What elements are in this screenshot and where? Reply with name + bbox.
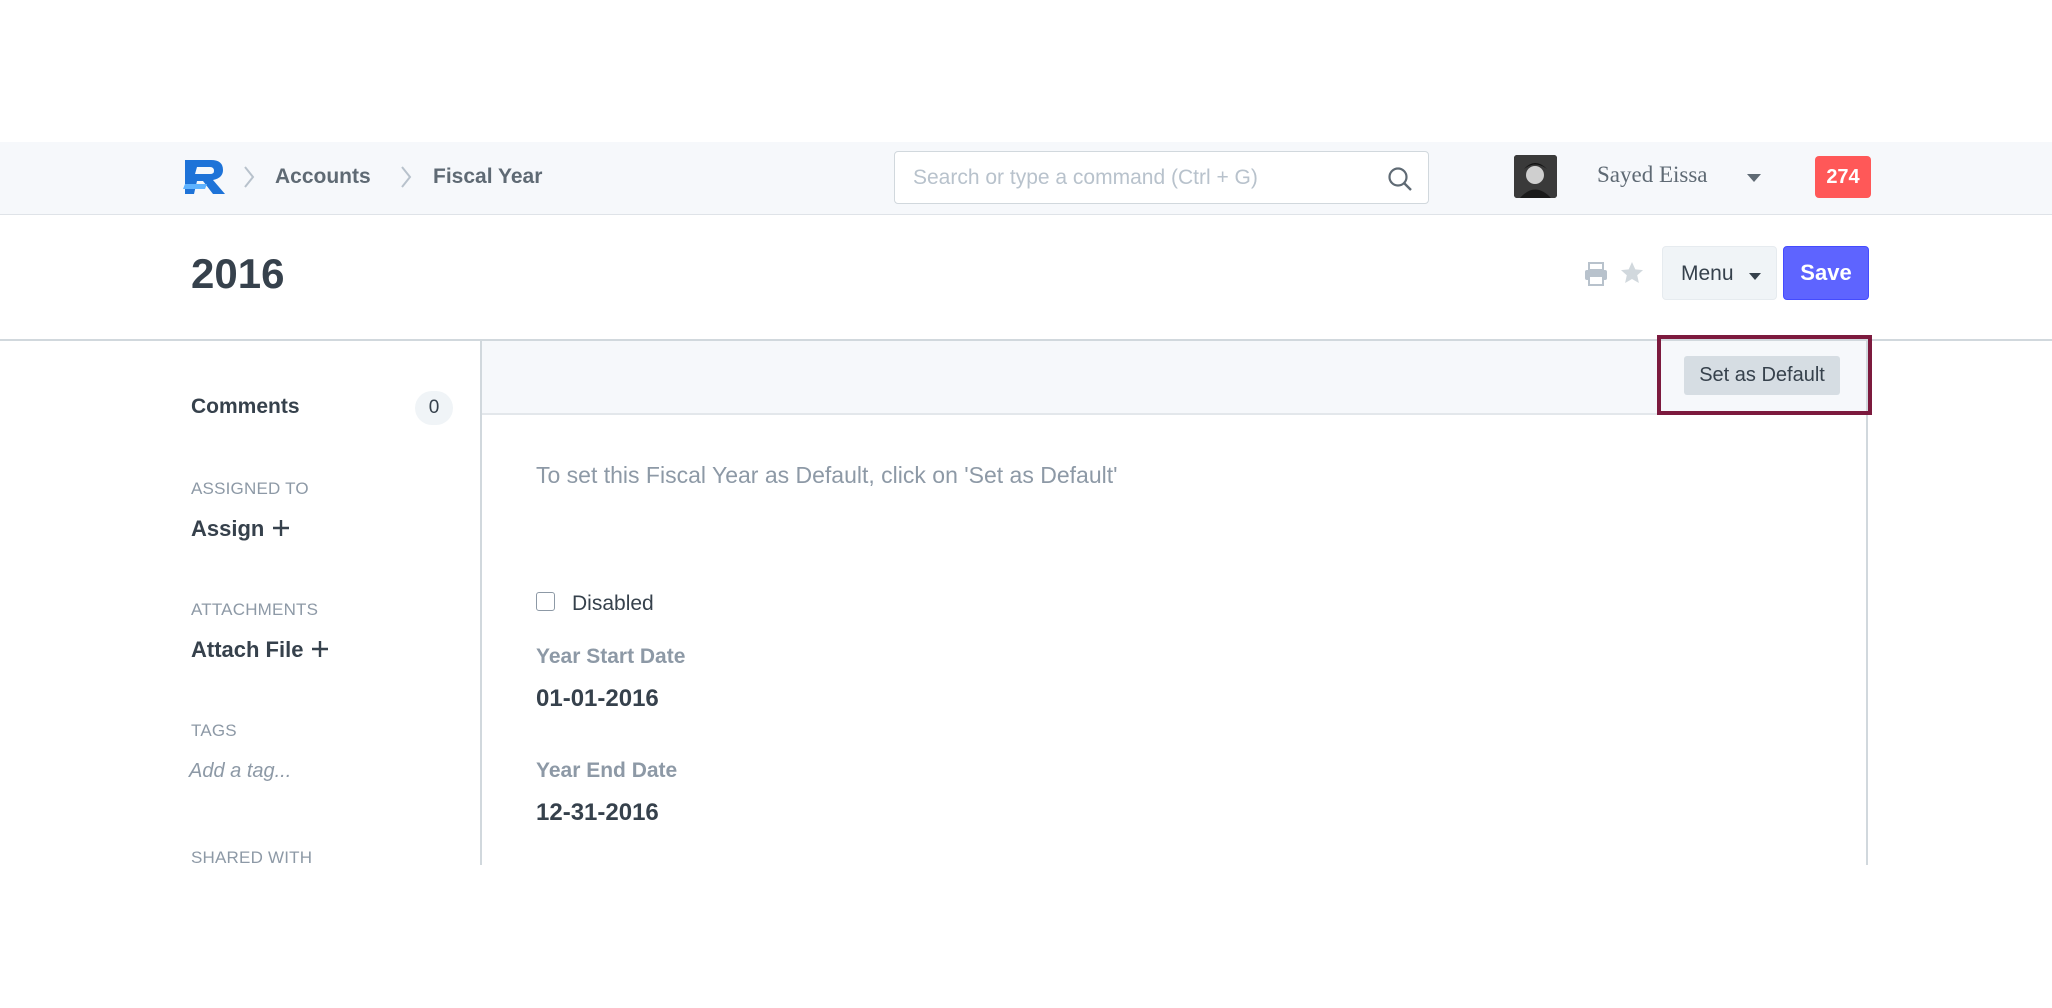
breadcrumb-chevron-icon [401,166,412,188]
assign-label: Assign [191,516,265,541]
breadcrumb-accounts[interactable]: Accounts [275,164,371,190]
help-text: To set this Fiscal Year as Default, clic… [536,462,1118,488]
avatar[interactable] [1514,155,1557,198]
comments-count-badge: 0 [415,391,453,425]
breadcrumb-fiscal-year[interactable]: Fiscal Year [433,164,542,190]
app-logo-icon[interactable] [183,156,227,196]
disabled-label[interactable]: Disabled [572,592,654,616]
year-start-date-value[interactable]: 01-01-2016 [536,685,659,713]
search-input[interactable]: Search or type a command (Ctrl + G) [894,151,1429,204]
add-tag-input[interactable]: Add a tag... [189,760,291,783]
comments-label[interactable]: Comments [191,395,300,419]
highlight-annotation [1657,335,1872,415]
notification-badge[interactable]: 274 [1815,156,1871,198]
form-layout: Set as Default To set this Fiscal Year a… [480,341,1868,865]
save-button[interactable]: Save [1783,246,1869,300]
page-title: 2016 [191,250,285,297]
search-icon[interactable] [1386,165,1414,193]
attach-file-label: Attach File [191,637,304,662]
page-head: 2016 Menu Save [0,215,2052,341]
year-start-date-label: Year Start Date [536,645,686,668]
disabled-checkbox[interactable] [536,592,555,611]
search-placeholder: Search or type a command (Ctrl + G) [913,166,1258,189]
navbar: Accounts Fiscal Year Search or type a co… [0,142,2052,215]
tags-heading: TAGS [191,721,237,740]
plus-icon [273,520,290,536]
year-end-date-value[interactable]: 12-31-2016 [536,799,659,827]
menu-button[interactable]: Menu [1662,246,1777,300]
attachments-heading: ATTACHMENTS [191,600,319,619]
print-icon[interactable] [1583,261,1609,287]
breadcrumb-chevron-icon [244,166,255,188]
plus-icon [312,641,329,657]
assigned-to-heading: ASSIGNED TO [191,479,309,498]
menu-button-label: Menu [1681,262,1734,285]
user-name[interactable]: Sayed Eissa [1597,162,1708,188]
user-dropdown-caret-icon[interactable] [1747,174,1761,182]
year-end-date-label: Year End Date [536,759,678,782]
assign-button[interactable]: Assign [191,516,290,542]
form-sidebar: Comments 0 ASSIGNED TO Assign ATTACHMENT… [0,341,480,867]
attach-file-button[interactable]: Attach File [191,637,329,663]
shared-with-heading: SHARED WITH [191,848,313,867]
menu-caret-icon [1749,273,1761,280]
star-icon[interactable] [1619,260,1645,286]
